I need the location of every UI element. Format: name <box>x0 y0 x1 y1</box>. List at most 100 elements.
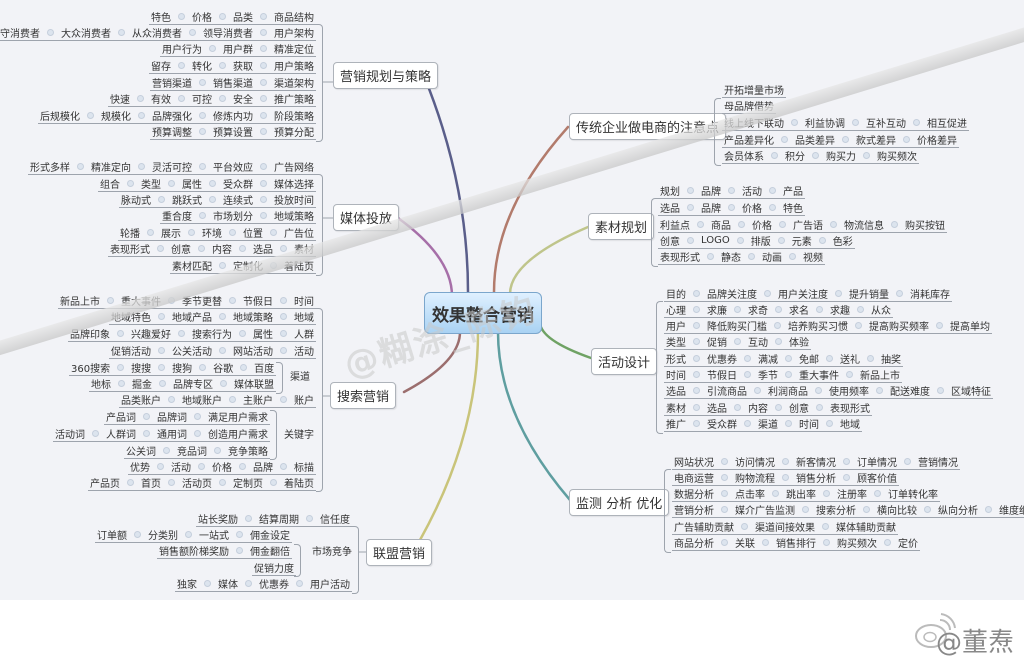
subtopic-item[interactable]: 用户群 <box>221 41 255 56</box>
collapse-toggle-icon[interactable] <box>904 458 911 465</box>
collapse-toggle-icon[interactable] <box>789 253 796 260</box>
collapse-toggle-icon[interactable] <box>178 62 185 69</box>
collapse-toggle-icon[interactable] <box>748 253 755 260</box>
collapse-toggle-icon[interactable] <box>762 539 769 546</box>
collapse-toggle-icon[interactable] <box>118 29 125 36</box>
subtopic-item[interactable]: 注册率 <box>835 486 869 501</box>
subtopic-item[interactable]: 内容 <box>746 400 770 415</box>
collapse-toggle-icon[interactable] <box>199 212 206 219</box>
group-label[interactable]: 关键字 <box>284 426 314 441</box>
subtopic-item[interactable]: 利益点 <box>658 217 692 232</box>
collapse-toggle-icon[interactable] <box>741 523 748 530</box>
subtopic-item[interactable]: 后规模化 <box>38 108 82 123</box>
subtopic-item[interactable]: 精准定向 <box>89 159 133 174</box>
subtopic-item[interactable]: 表现形式 <box>108 241 152 256</box>
topic-activity-design[interactable]: 活动设计 <box>591 348 658 375</box>
subtopic-item[interactable]: 地域产品 <box>170 309 214 324</box>
subtopic-item[interactable]: 安全 <box>231 91 255 106</box>
subtopic-item[interactable]: 营销渠道 <box>150 75 194 90</box>
subtopic-item[interactable]: 活动 <box>169 459 193 474</box>
subtopic-item[interactable]: 产品词 <box>104 409 138 424</box>
subtopic-item[interactable]: 开拓增量市场 <box>722 82 786 97</box>
collapse-toggle-icon[interactable] <box>239 463 246 470</box>
subtopic-item[interactable]: 配送难度 <box>888 383 932 398</box>
subtopic-item[interactable]: 体验 <box>787 334 811 349</box>
subtopic-item[interactable]: 商品 <box>709 217 733 232</box>
subtopic-item[interactable]: 市场划分 <box>211 208 255 223</box>
collapse-toggle-icon[interactable] <box>782 474 789 481</box>
collapse-toggle-icon[interactable] <box>903 136 910 143</box>
collapse-toggle-icon[interactable] <box>204 580 211 587</box>
subtopic-item[interactable]: 形式多样 <box>28 159 72 174</box>
collapse-toggle-icon[interactable] <box>884 539 891 546</box>
collapse-toggle-icon[interactable] <box>245 515 252 522</box>
subtopic-item[interactable]: 公关活动 <box>170 343 214 358</box>
collapse-toggle-icon[interactable] <box>219 313 226 320</box>
collapse-toggle-icon[interactable] <box>118 380 125 387</box>
collapse-toggle-icon[interactable] <box>260 163 267 170</box>
subtopic-item[interactable]: 有效 <box>149 91 173 106</box>
subtopic-item[interactable]: 品类账户 <box>119 392 163 407</box>
collapse-toggle-icon[interactable] <box>775 404 782 411</box>
subtopic-item[interactable]: 广告语 <box>791 217 825 232</box>
collapse-toggle-icon[interactable] <box>734 338 741 345</box>
collapse-toggle-icon[interactable] <box>280 330 287 337</box>
subtopic-item[interactable]: 跳跃式 <box>170 192 204 207</box>
subtopic-item[interactable]: 平台效应 <box>211 159 255 174</box>
subtopic-item[interactable]: 地域策略 <box>272 208 316 223</box>
subtopic-item[interactable]: 渠道 <box>756 416 780 431</box>
collapse-toggle-icon[interactable] <box>240 364 248 371</box>
subtopic-item[interactable]: 品牌专区 <box>171 376 215 391</box>
subtopic-item[interactable]: 用户架构 <box>272 25 316 40</box>
collapse-toggle-icon[interactable] <box>92 430 99 437</box>
collapse-toggle-icon[interactable] <box>194 413 201 420</box>
collapse-toggle-icon[interactable] <box>158 313 165 320</box>
subtopic-item[interactable]: 活动页 <box>180 475 214 490</box>
subtopic-item[interactable]: 媒体 <box>216 576 240 591</box>
collapse-toggle-icon[interactable] <box>189 29 196 36</box>
subtopic-item[interactable]: 时间 <box>797 416 821 431</box>
subtopic-item[interactable]: 广告辅助贡献 <box>672 519 736 534</box>
collapse-toggle-icon[interactable] <box>87 112 94 119</box>
subtopic-item[interactable]: 电商运营 <box>672 470 716 485</box>
subtopic-item[interactable]: 公关词 <box>124 443 158 458</box>
subtopic-item[interactable]: 活动 <box>292 343 316 358</box>
collapse-toggle-icon[interactable] <box>199 79 206 86</box>
subtopic-item[interactable]: 属性 <box>251 326 275 341</box>
collapse-toggle-icon[interactable] <box>769 187 776 194</box>
collapse-toggle-icon[interactable] <box>818 237 826 244</box>
subtopic-item[interactable]: 媒体联盟 <box>232 376 276 391</box>
topic-monitor-analyze-optimize[interactable]: 监测 分析 优化 <box>569 489 670 516</box>
collapse-toggle-icon[interactable] <box>721 506 728 513</box>
subtopic-item[interactable]: 素材 <box>664 400 688 415</box>
collapse-toggle-icon[interactable] <box>229 229 236 236</box>
subtopic-item[interactable]: 优惠券 <box>705 351 739 366</box>
collapse-toggle-icon[interactable] <box>734 306 741 313</box>
subtopic-item[interactable]: 节假日 <box>241 293 275 308</box>
collapse-toggle-icon[interactable] <box>823 539 830 546</box>
subtopic-item[interactable]: 用户活动 <box>308 576 352 591</box>
subtopic-item[interactable]: 受众群 <box>221 176 255 191</box>
subtopic-item[interactable]: 求趣 <box>828 302 852 317</box>
subtopic-item[interactable]: 新客情况 <box>794 454 838 469</box>
subtopic-item[interactable]: 产品 <box>781 183 805 198</box>
subtopic-item[interactable]: 品类 <box>231 9 255 24</box>
collapse-toggle-icon[interactable] <box>147 229 154 236</box>
collapse-toggle-icon[interactable] <box>220 380 227 387</box>
subtopic-item[interactable]: 购买频次 <box>875 148 919 163</box>
subtopic-item[interactable]: 地域账户 <box>180 392 224 407</box>
collapse-toggle-icon[interactable] <box>134 531 141 538</box>
subtopic-item[interactable]: LOGO <box>699 235 732 246</box>
collapse-toggle-icon[interactable] <box>852 119 859 126</box>
subtopic-item[interactable]: 价格 <box>210 459 234 474</box>
collapse-toggle-icon[interactable] <box>863 152 870 159</box>
collapse-toggle-icon[interactable] <box>199 112 206 119</box>
collapse-toggle-icon[interactable] <box>785 371 792 378</box>
subtopic-item[interactable]: 媒介广告监测 <box>733 502 797 517</box>
collapse-toggle-icon[interactable] <box>721 474 728 481</box>
collapse-toggle-icon[interactable] <box>260 212 267 219</box>
subtopic-item[interactable]: 销售额阶梯奖励 <box>157 543 231 558</box>
subtopic-item[interactable]: 顾客价值 <box>855 470 899 485</box>
subtopic-item[interactable]: 创意 <box>658 233 682 248</box>
subtopic-item[interactable]: 受众群 <box>705 416 739 431</box>
